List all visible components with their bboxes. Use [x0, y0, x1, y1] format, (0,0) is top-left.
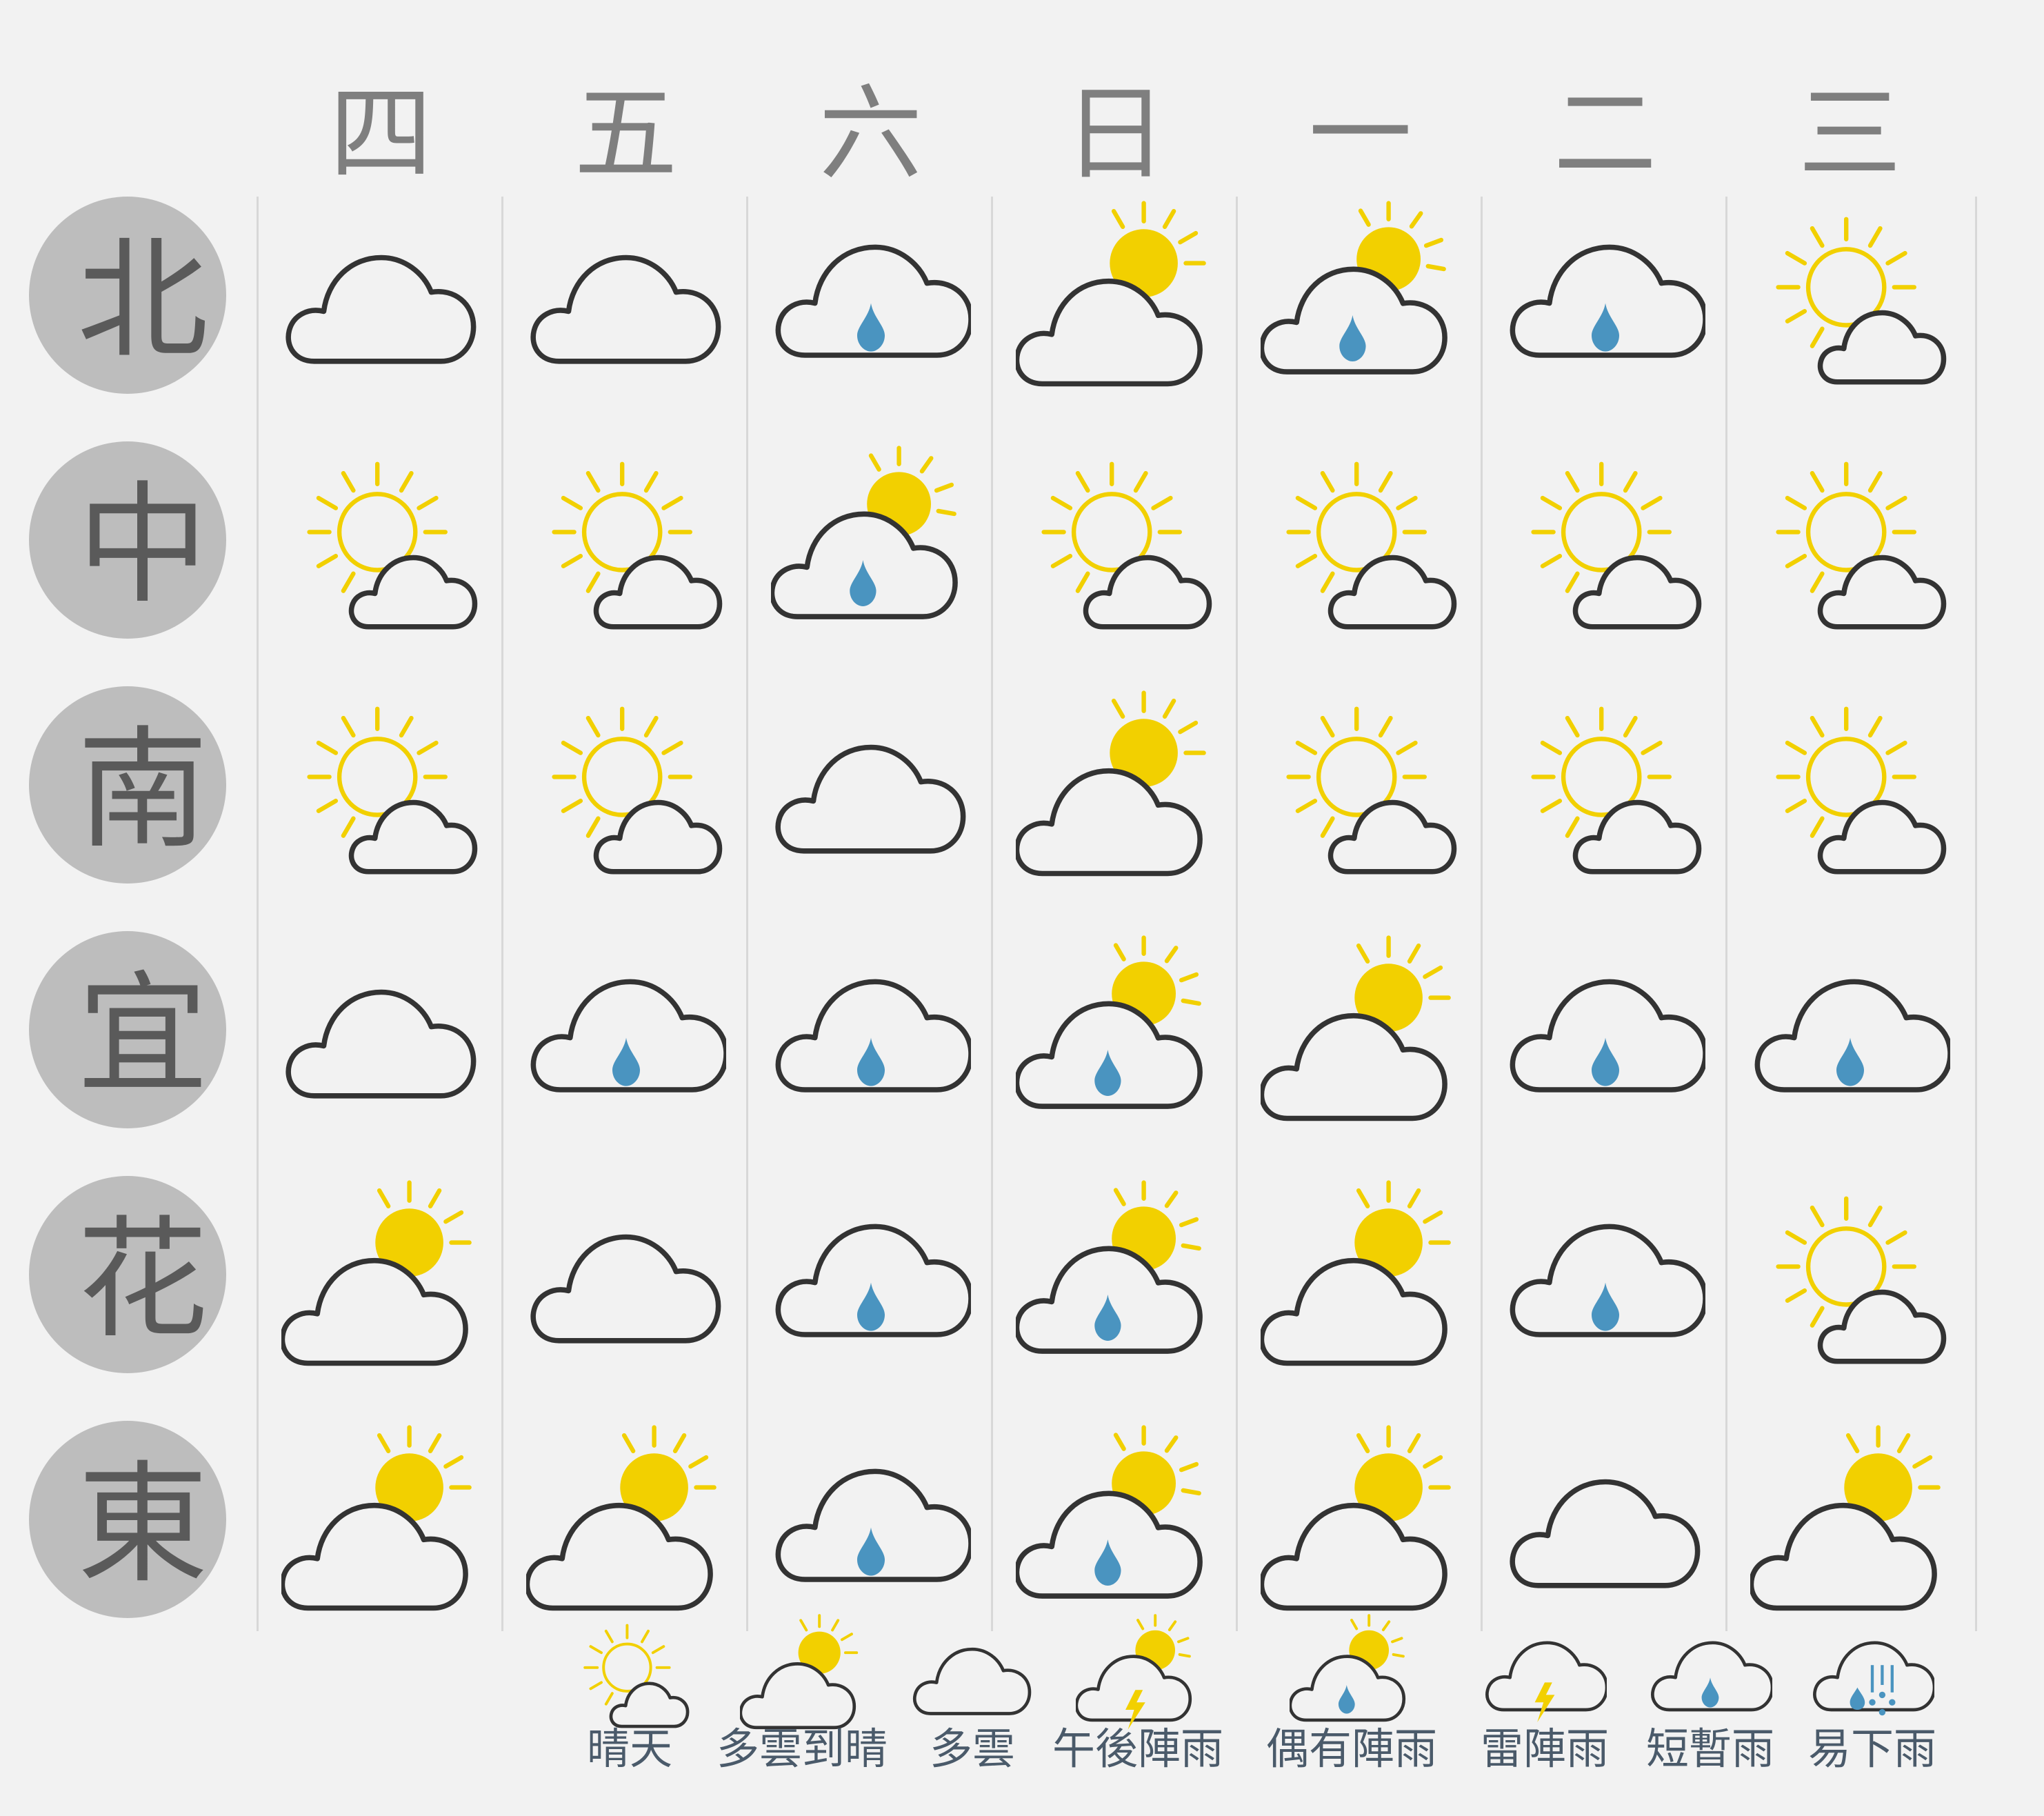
column-divider [257, 197, 259, 1631]
legend-label: 多雲 [929, 1724, 1015, 1774]
shower-icon [1505, 1175, 1705, 1375]
column-divider [1725, 197, 1727, 1631]
shower-icon [771, 1419, 971, 1619]
cloudy-icon [526, 195, 726, 395]
sunny-icon [1750, 440, 1950, 640]
cloudy-sunny-icon [281, 1419, 481, 1619]
legend-cloudy-sunny-icon [740, 1610, 864, 1735]
cloudy-icon [281, 930, 481, 1130]
sunny-icon [526, 440, 726, 640]
shower-icon [526, 930, 726, 1130]
legend-label: 易下雨 [1807, 1724, 1936, 1774]
region-badge: 東 [29, 1421, 226, 1618]
cloudy-sunny-icon [1015, 685, 1216, 885]
shower-icon [1750, 930, 1950, 1130]
column-divider [1975, 197, 1977, 1631]
legend-rain-icon [1810, 1610, 1934, 1735]
region-label: 南 [77, 714, 208, 866]
sunny-icon [1750, 1175, 1950, 1375]
region-label: 宜 [77, 959, 208, 1111]
cloudy-icon [526, 1175, 726, 1375]
region-label: 中 [77, 469, 208, 621]
legend-chance-shower-icon [1290, 1610, 1414, 1735]
chance-shower-icon [770, 440, 971, 640]
column-divider [1481, 197, 1483, 1631]
legend-label: 午後陣雨 [1052, 1724, 1223, 1774]
chance-shower-icon [1015, 1175, 1216, 1375]
region-badge: 北 [29, 197, 226, 394]
cloudy-icon [281, 195, 481, 395]
column-divider [746, 197, 748, 1631]
sunny-icon [1750, 195, 1950, 395]
cloudy-sunny-icon [1015, 195, 1216, 395]
cloudy-sunny-icon [1260, 930, 1461, 1130]
sunny-icon [1505, 440, 1705, 640]
chance-shower-icon [1260, 195, 1461, 395]
sunny-icon [1505, 685, 1705, 885]
day-header: 二 [1553, 74, 1657, 194]
column-divider [501, 197, 503, 1631]
chance-shower-icon [1015, 1419, 1216, 1619]
sunny-icon [281, 685, 481, 885]
legend-label: 雷陣雨 [1480, 1724, 1609, 1774]
cloudy-sunny-icon [525, 1419, 726, 1619]
sunny-icon [1261, 685, 1461, 885]
shower-icon [771, 195, 971, 395]
shower-icon [771, 930, 971, 1130]
cloudy-sunny-icon [281, 1175, 481, 1375]
sunny-icon [1016, 440, 1216, 640]
legend-cloudy-icon [910, 1610, 1034, 1735]
day-header: 一 [1308, 74, 1412, 194]
sunny-icon [281, 440, 481, 640]
region-badge: 花 [29, 1176, 226, 1373]
legend-label: 偶有陣雨 [1265, 1724, 1437, 1774]
legend-shower-icon [1648, 1610, 1772, 1735]
day-header: 五 [574, 74, 678, 194]
cloudy-icon [1505, 1419, 1705, 1619]
weather-forecast-grid: 四五六日一二三北中南宜花東晴天 多雲到晴 多雲 午後陣雨 偶有陣雨 雷陣雨 短暫雨 易下雨 [0, 0, 2044, 1816]
cloudy-sunny-icon [1260, 1419, 1461, 1619]
legend-label: 晴天 [586, 1724, 672, 1774]
legend-thunder-shower-icon [1483, 1610, 1607, 1735]
cloudy-sunny-icon [1750, 1419, 1950, 1619]
legend-label: 多雲到晴 [716, 1724, 888, 1774]
sunny-icon [1750, 685, 1950, 885]
region-label: 東 [77, 1448, 208, 1601]
shower-icon [1505, 930, 1705, 1130]
shower-icon [1505, 195, 1705, 395]
legend-afternoon-shower-icon [1076, 1610, 1200, 1735]
day-header: 日 [1063, 74, 1168, 194]
column-divider [1236, 197, 1238, 1631]
cloudy-sunny-icon [1260, 1175, 1461, 1375]
chance-shower-icon [1015, 930, 1216, 1130]
region-label: 北 [77, 224, 208, 377]
region-badge: 中 [29, 441, 226, 639]
sunny-icon [1261, 440, 1461, 640]
region-badge: 宜 [29, 931, 226, 1128]
column-divider [991, 197, 993, 1631]
legend-sunny-icon [568, 1610, 692, 1735]
shower-icon [771, 1175, 971, 1375]
region-label: 花 [77, 1204, 208, 1356]
sunny-icon [526, 685, 726, 885]
day-header: 六 [819, 74, 923, 194]
cloudy-icon [771, 685, 971, 885]
day-header: 三 [1798, 74, 1902, 194]
day-header: 四 [329, 74, 433, 194]
region-badge: 南 [29, 686, 226, 884]
